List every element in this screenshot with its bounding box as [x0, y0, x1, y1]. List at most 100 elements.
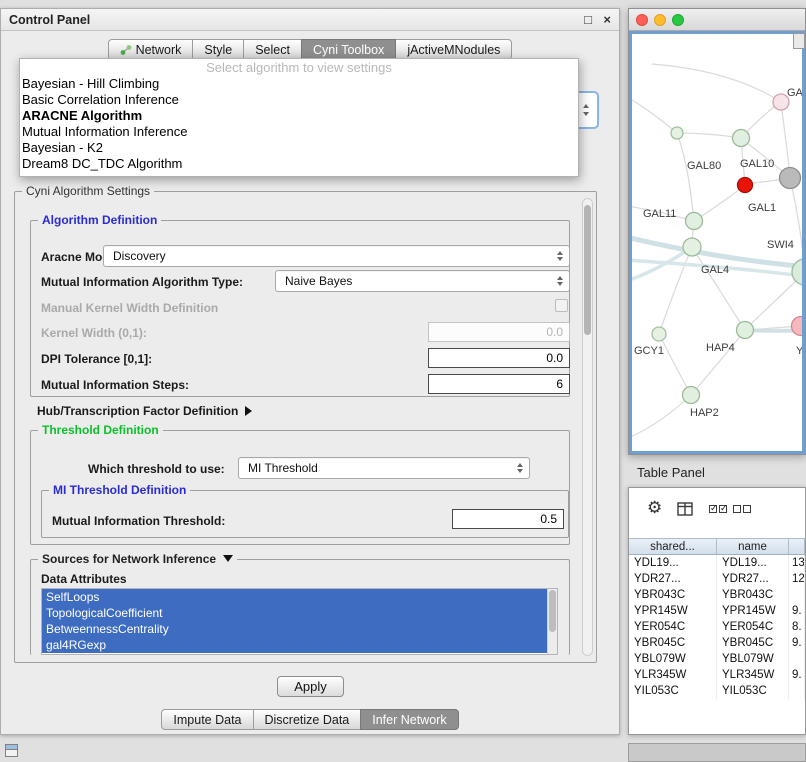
network-node[interactable] — [683, 387, 700, 404]
column-header-name[interactable]: name — [717, 538, 789, 555]
cell-value[interactable]: 9. — [789, 667, 805, 683]
algorithm-option[interactable]: Bayesian - K2 — [20, 140, 578, 156]
network-node[interactable] — [686, 213, 703, 230]
tab-cyni-toolbox[interactable]: Cyni Toolbox — [301, 39, 396, 60]
cell-name[interactable]: YIL053C — [717, 683, 789, 699]
table-row[interactable]: YLR345WYLR345W9. — [629, 667, 805, 683]
network-node[interactable] — [733, 130, 750, 147]
cell-value[interactable]: 12 — [789, 571, 805, 587]
cell-name[interactable]: YPR145W — [717, 603, 789, 619]
select-all-icon[interactable] — [709, 505, 727, 513]
cell-value[interactable]: 9. — [789, 635, 805, 651]
network-node-red[interactable] — [738, 178, 753, 193]
table-row[interactable]: YBR043CYBR043C — [629, 587, 805, 603]
algorithm-option[interactable]: Bayesian - Hill Climbing — [20, 76, 578, 92]
cell-value[interactable] — [789, 651, 805, 667]
mi-algorithm-type-combo[interactable]: Naive Bayes — [275, 270, 570, 292]
dpi-tolerance-field[interactable]: 0.0 — [428, 348, 570, 368]
cell-name[interactable]: YDR27... — [717, 571, 789, 587]
spinner-up-icon[interactable] — [583, 104, 589, 108]
close-window-icon[interactable]: × — [603, 12, 611, 27]
collapsed-arrow-icon[interactable] — [245, 406, 252, 416]
table-row[interactable]: YBL079WYBL079W — [629, 651, 805, 667]
algorithm-option-selected[interactable]: ARACNE Algorithm — [20, 108, 578, 124]
which-threshold-combo[interactable]: MI Threshold — [238, 457, 530, 479]
cell-name[interactable]: YLR345W — [717, 667, 789, 683]
network-canvas[interactable]: GAL GAL80 GAL10 GAL11 GAL1 SWI4 GAL4 GCY… — [629, 31, 805, 454]
network-node[interactable] — [792, 259, 804, 285]
attribute-item[interactable]: BetweennessCentrality — [42, 621, 547, 637]
cell-shared-name[interactable]: YBL079W — [629, 651, 717, 667]
column-selector-icon[interactable] — [677, 502, 694, 516]
algorithm-option[interactable]: Basic Correlation Inference — [20, 92, 578, 108]
expanded-arrow-icon[interactable] — [223, 555, 233, 562]
cell-shared-name[interactable]: YPR145W — [629, 603, 717, 619]
tab-impute-data[interactable]: Impute Data — [161, 709, 253, 730]
attribute-item[interactable]: gal4RGexp — [42, 637, 547, 653]
tab-jactivemodules[interactable]: jActiveMNodules — [395, 39, 512, 60]
cell-shared-name[interactable]: YDR27... — [629, 571, 717, 587]
data-attributes-list[interactable]: SelfLoops TopologicalCoefficient Between… — [41, 588, 558, 655]
cell-shared-name[interactable]: YIL053C — [629, 683, 717, 699]
table-row[interactable]: YBR045CYBR045C9. — [629, 635, 805, 651]
cell-value[interactable] — [789, 683, 805, 699]
network-node[interactable] — [652, 327, 666, 341]
cell-name[interactable]: YBL079W — [717, 651, 789, 667]
cell-shared-name[interactable]: YBR045C — [629, 635, 717, 651]
column-header-partial[interactable] — [789, 538, 805, 555]
table-row[interactable]: YIL053CYIL053C — [629, 683, 805, 699]
attribute-item[interactable]: SelfLoops — [42, 589, 547, 605]
tab-infer-network[interactable]: Infer Network — [360, 709, 458, 730]
cell-name[interactable]: YBR045C — [717, 635, 789, 651]
attribute-list-scrollbar[interactable] — [547, 589, 557, 654]
mi-threshold-field[interactable]: 0.5 — [452, 509, 564, 529]
network-node[interactable] — [683, 238, 701, 256]
tab-style[interactable]: Style — [192, 39, 244, 60]
algorithm-option[interactable]: Dream8 DC_TDC Algorithm — [20, 156, 578, 172]
settings-scrollbar[interactable] — [582, 198, 593, 656]
cell-name[interactable]: YER054C — [717, 619, 789, 635]
algorithm-option[interactable]: Mutual Information Inference — [20, 124, 578, 140]
cell-value[interactable]: 9. — [789, 603, 805, 619]
tab-select[interactable]: Select — [243, 39, 302, 60]
mi-steps-field[interactable]: 6 — [428, 374, 570, 394]
table-row[interactable]: YDL19...YDL19...13 — [629, 555, 805, 571]
apply-button[interactable]: Apply — [277, 676, 344, 697]
settings-scrollbar-thumb[interactable] — [584, 205, 591, 335]
attribute-item[interactable]: TopologicalCoefficient — [42, 605, 547, 621]
cell-shared-name[interactable]: YDL19... — [629, 555, 717, 571]
zoom-traffic-light-icon[interactable] — [672, 14, 684, 26]
tab-discretize-data[interactable]: Discretize Data — [253, 709, 362, 730]
cell-name[interactable]: YDL19... — [717, 555, 789, 571]
cell-value[interactable] — [789, 587, 805, 603]
tab-network[interactable]: Network — [108, 39, 194, 60]
attribute-list-scrollbar-thumb[interactable] — [549, 590, 556, 632]
aracne-mode-combo[interactable]: Discovery — [103, 245, 570, 267]
float-window-icon[interactable]: □ — [584, 12, 592, 27]
network-node-pink[interactable] — [792, 317, 805, 336]
close-traffic-light-icon[interactable] — [636, 14, 648, 26]
cell-value[interactable]: 13 — [789, 555, 805, 571]
spinner-down-icon[interactable] — [583, 112, 589, 116]
network-node[interactable] — [737, 322, 754, 339]
gear-icon[interactable]: ⚙ — [647, 499, 662, 517]
hub-definition-section[interactable]: Hub/Transcription Factor Definition — [37, 402, 252, 420]
network-node[interactable] — [671, 127, 683, 139]
network-corner-widget[interactable] — [793, 33, 805, 49]
kernel-width-field[interactable]: 0.0 — [428, 322, 570, 342]
cell-shared-name[interactable]: YBR043C — [629, 587, 717, 603]
manual-kernel-width-checkbox[interactable] — [555, 299, 568, 312]
table-row[interactable]: YDR27...YDR27...12 — [629, 571, 805, 587]
table-row[interactable]: YPR145WYPR145W9. — [629, 603, 805, 619]
minimize-traffic-light-icon[interactable] — [654, 14, 666, 26]
minimized-panel-icon[interactable] — [5, 744, 18, 757]
deselect-all-icon[interactable] — [733, 505, 751, 513]
cell-value[interactable]: 8. — [789, 619, 805, 635]
network-node-gray[interactable] — [780, 168, 801, 189]
column-header-shared-name[interactable]: shared... — [629, 538, 717, 555]
cell-shared-name[interactable]: YLR345W — [629, 667, 717, 683]
table-row[interactable]: YER054CYER054C8. — [629, 619, 805, 635]
cell-name[interactable]: YBR043C — [717, 587, 789, 603]
network-graph[interactable]: GAL GAL80 GAL10 GAL11 GAL1 SWI4 GAL4 GCY… — [632, 34, 804, 453]
cell-shared-name[interactable]: YER054C — [629, 619, 717, 635]
